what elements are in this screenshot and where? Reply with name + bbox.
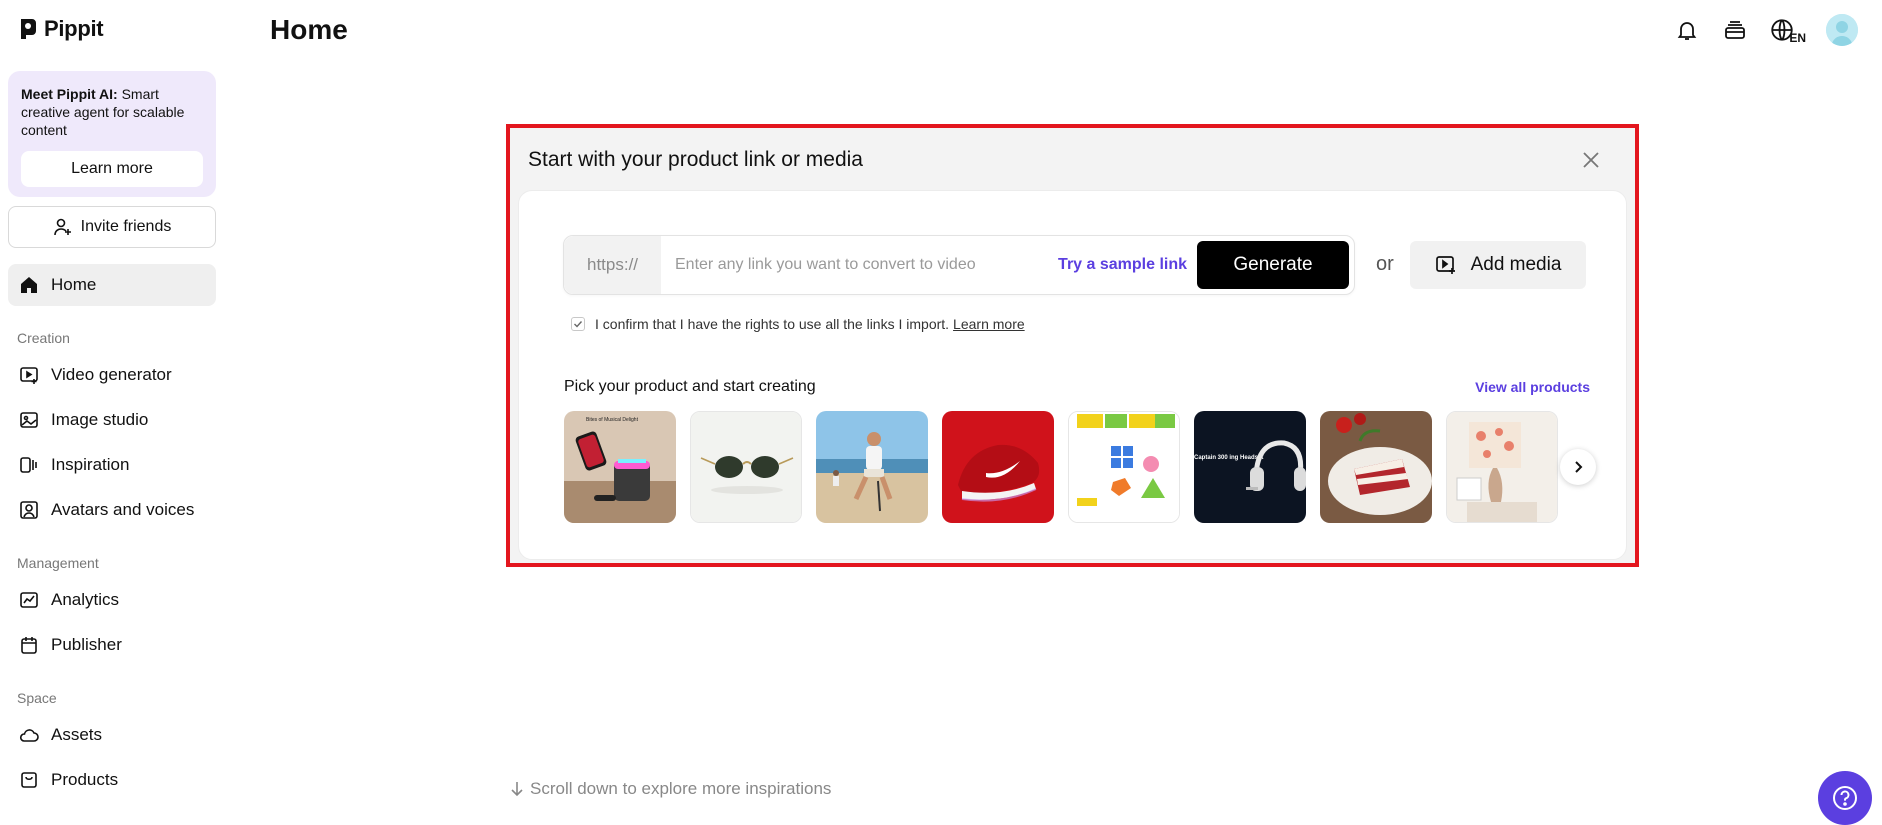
sneaker-image: [942, 411, 1054, 523]
pick-product-title: Pick your product and start creating: [564, 378, 816, 395]
sidebar-item-label: Assets: [51, 725, 103, 744]
section-label-management: Management: [17, 555, 99, 571]
help-button[interactable]: [1818, 771, 1872, 825]
rights-checkbox[interactable]: [571, 317, 585, 331]
or-separator: or: [1376, 253, 1394, 275]
sidebar-item-products[interactable]: Products: [8, 759, 216, 801]
learn-more-button[interactable]: Learn more: [21, 151, 203, 187]
lamp-image: [1447, 412, 1557, 522]
sidebar-item-label: Products: [51, 770, 119, 789]
rights-confirmation: I confirm that I have the rights to use …: [571, 316, 1025, 332]
chevron-right-icon: [1575, 461, 1583, 473]
section-label-space: Space: [17, 690, 57, 706]
sidebar-item-label: Inspiration: [51, 455, 130, 474]
app-logo[interactable]: Pippit: [18, 16, 104, 42]
home-icon: [21, 277, 37, 293]
header-actions: EN: [1673, 14, 1858, 46]
sidebar-item-label: Video generator: [51, 365, 172, 384]
checkmark-icon: [574, 321, 583, 328]
link-input[interactable]: [661, 237, 1059, 293]
product-box-icon: [21, 772, 37, 788]
sidebar-item-image-studio[interactable]: Image studio: [8, 399, 216, 441]
promo-title: Meet Pippit AI:: [21, 86, 118, 102]
app-name: Pippit: [44, 16, 104, 41]
scroll-hint-text: Scroll down to explore more inspirations: [530, 779, 832, 798]
close-button[interactable]: [1577, 146, 1605, 174]
inspiration-icon: [20, 457, 37, 473]
sidebar-item-label: Analytics: [51, 590, 120, 609]
cloud-icon: [19, 729, 39, 742]
sunglasses-image: [691, 412, 801, 522]
analytics-icon: [20, 592, 38, 608]
help-icon: [1833, 786, 1857, 810]
sidebar-item-label: Publisher: [51, 635, 122, 654]
product-thumb-headset[interactable]: Captain 300 ing Headset: [1194, 411, 1306, 523]
avatar-icon: [1826, 14, 1858, 46]
invite-friends-button[interactable]: Invite friends: [8, 206, 216, 248]
sidebar-item-analytics[interactable]: Analytics: [8, 579, 216, 621]
sidebar-item-label: Image studio: [51, 410, 149, 429]
try-sample-link[interactable]: Try a sample link: [1058, 256, 1187, 274]
product-carousel: Bites of Musical Delight Captain 300 ing…: [564, 411, 1594, 523]
start-panel: Start with your product link or media ht…: [506, 124, 1639, 567]
link-input-bar: https:// Try a sample link Generate: [563, 235, 1355, 295]
add-user-icon: [53, 218, 71, 236]
rights-learn-more-link[interactable]: Learn more: [953, 316, 1025, 332]
carousel-next-button[interactable]: [1560, 449, 1596, 485]
scroll-hint: Scroll down to explore more inspirations: [510, 779, 831, 799]
sidebar-item-inspiration[interactable]: Inspiration: [8, 444, 216, 486]
sidebar-item-assets[interactable]: Assets: [8, 714, 216, 756]
promo-banner: Meet Pippit AI: Smart creative agent for…: [8, 71, 216, 197]
arrow-down-icon: [511, 782, 523, 797]
video-plus-icon: [20, 367, 38, 384]
sidebar-item-video-generator[interactable]: Video generator: [8, 354, 216, 396]
language-selector[interactable]: EN: [1769, 17, 1806, 45]
view-all-products-link[interactable]: View all products: [1475, 379, 1590, 395]
product-thumb-beach[interactable]: [816, 411, 928, 523]
sidebar: Pippit Meet Pippit AI: Smart creative ag…: [0, 0, 224, 825]
sidebar-item-publisher[interactable]: Publisher: [8, 624, 216, 666]
product-thumb-speaker[interactable]: Bites of Musical Delight: [564, 411, 676, 523]
add-media-icon: [1435, 256, 1455, 274]
shape-toy-image: [1069, 412, 1179, 522]
avatar-icon: [20, 501, 38, 519]
headset-image: Captain 300 ing Headset: [1194, 411, 1306, 523]
link-prefix: https://: [564, 236, 661, 294]
product-thumb-sunglasses[interactable]: [690, 411, 802, 523]
cake-image: [1320, 411, 1432, 523]
generate-button[interactable]: Generate: [1197, 241, 1349, 289]
add-media-button[interactable]: Add media: [1410, 241, 1586, 289]
close-icon: [1583, 152, 1599, 168]
rights-statement: I confirm that I have the rights to use …: [595, 316, 950, 332]
sidebar-item-label: Avatars and voices: [51, 500, 195, 519]
bell-icon: [1678, 22, 1697, 40]
section-label-creation: Creation: [17, 330, 70, 346]
page-title: Home: [270, 14, 348, 45]
product-thumb-shape-toy[interactable]: [1068, 411, 1180, 523]
headset-caption: Captain 300 ing Headset: [1194, 455, 1263, 461]
notifications-button[interactable]: [1673, 16, 1701, 44]
invite-friends-label: Invite friends: [80, 218, 172, 235]
start-panel-title: Start with your product link or media: [528, 148, 863, 171]
beach-image: [816, 411, 928, 523]
rights-text: I confirm that I have the rights to use …: [595, 316, 1025, 332]
calendar-icon: [21, 637, 37, 654]
stack-icon: [1725, 21, 1746, 39]
product-thumb-lamp[interactable]: [1446, 411, 1558, 523]
language-code: EN: [1789, 31, 1806, 45]
user-avatar[interactable]: [1826, 14, 1858, 46]
start-panel-body: https:// Try a sample link Generate or A…: [518, 190, 1627, 560]
add-media-label: Add media: [1470, 254, 1562, 275]
speaker-caption: Bites of Musical Delight: [586, 417, 639, 423]
promo-text: Meet Pippit AI: Smart creative agent for…: [21, 85, 203, 139]
image-icon: [20, 412, 38, 428]
sidebar-item-avatars-voices[interactable]: Avatars and voices: [8, 489, 216, 531]
sidebar-item-label: Home: [51, 275, 97, 294]
credits-button[interactable]: [1721, 16, 1749, 44]
speaker-image: Bites of Musical Delight: [564, 411, 676, 523]
pippit-logo-icon: [21, 19, 36, 39]
product-thumb-cake[interactable]: [1320, 411, 1432, 523]
sidebar-item-home[interactable]: Home: [8, 264, 216, 306]
product-thumb-sneaker[interactable]: [942, 411, 1054, 523]
